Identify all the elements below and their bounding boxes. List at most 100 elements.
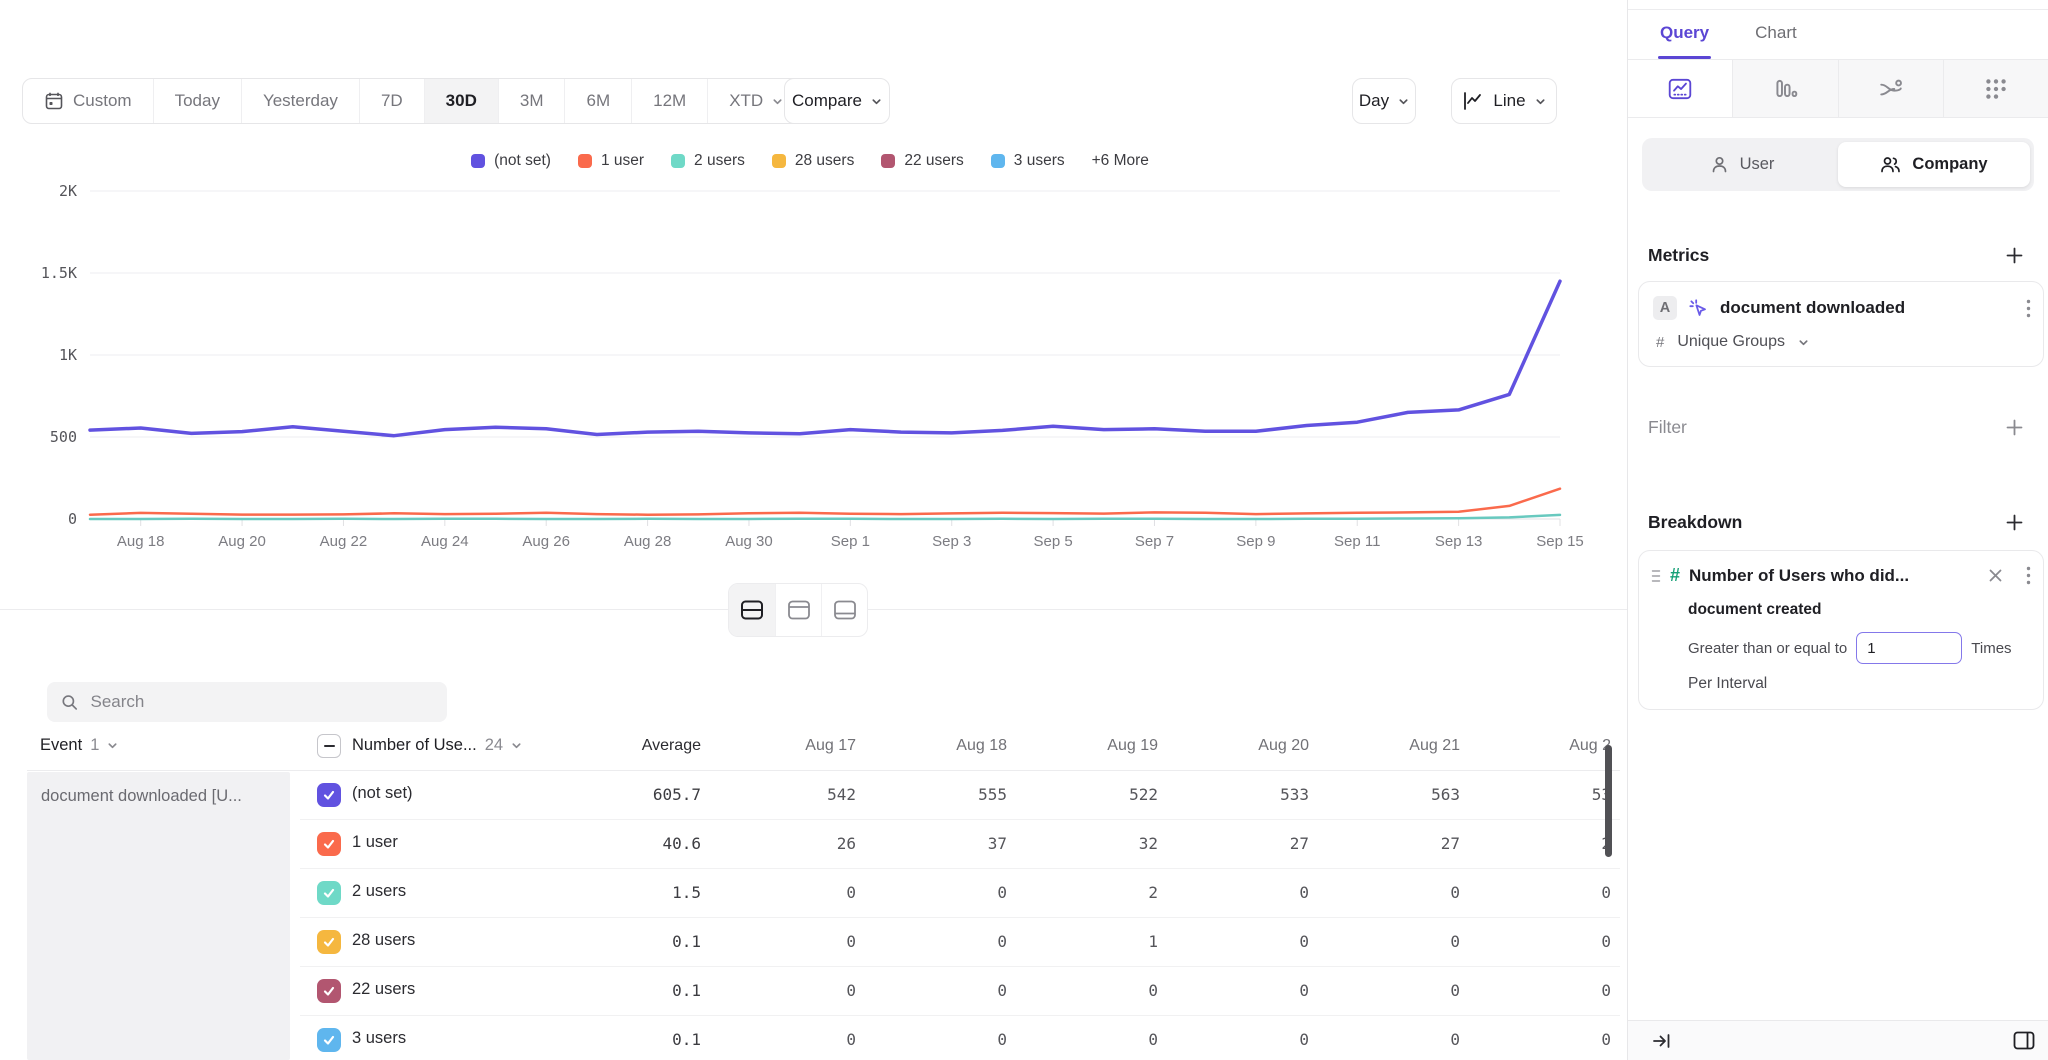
series-checkbox[interactable]	[317, 832, 341, 856]
line-chart[interactable]: 05001K1.5K2KAug 18Aug 20Aug 22Aug 24Aug …	[30, 185, 1590, 557]
series-checkbox[interactable]	[317, 783, 341, 807]
tab-query[interactable]: Query	[1660, 23, 1709, 59]
bar-chart-icon	[1772, 76, 1798, 102]
chevron-down-icon	[1398, 96, 1409, 107]
chart-type-line-tab[interactable]	[1628, 60, 1733, 117]
range-button-30d[interactable]: 30D	[424, 79, 498, 123]
chart-type-flow-tab[interactable]	[1839, 60, 1944, 117]
breakdown-event-name: document created	[1688, 601, 2031, 619]
metric-menu-button[interactable]	[2026, 299, 2031, 318]
check-icon	[322, 886, 336, 900]
cell-value: 0	[873, 883, 1024, 902]
cell-value: 0	[1175, 932, 1326, 951]
toggle-user-label: User	[1740, 155, 1775, 174]
flow-chart-icon	[1878, 76, 1904, 102]
svg-text:Sep 15: Sep 15	[1536, 533, 1584, 550]
date-range-group: CustomTodayYesterday7D30D3M6M12MXTD	[22, 78, 805, 124]
range-button-today[interactable]: Today	[153, 79, 241, 123]
table-row: (not set)605.754255552253356353	[0, 771, 1627, 820]
metric-event-name: document downloaded	[1720, 298, 2015, 318]
group-column-header[interactable]: Number of Use... 24	[352, 736, 522, 755]
series-checkbox[interactable]	[317, 979, 341, 1003]
query-panel: Query Chart User	[1627, 0, 2048, 1060]
legend-item[interactable]: 22 users	[881, 152, 963, 170]
svg-text:Sep 7: Sep 7	[1135, 533, 1174, 550]
range-button-yesterday[interactable]: Yesterday	[241, 79, 359, 123]
chart-type-bar-tab[interactable]	[1733, 60, 1838, 117]
toggle-sidebar-button[interactable]	[2013, 1031, 2035, 1050]
legend-item[interactable]: 2 users	[671, 152, 745, 170]
series-checkbox[interactable]	[317, 1028, 341, 1052]
add-breakdown-button[interactable]	[2005, 513, 2024, 532]
range-button-custom[interactable]: Custom	[23, 79, 153, 123]
toggle-company[interactable]: Company	[1838, 142, 2030, 187]
search-icon	[61, 693, 79, 712]
cell-value: 0	[1175, 883, 1326, 902]
panel-footer	[1628, 1020, 2048, 1060]
toggle-user[interactable]: User	[1646, 142, 1838, 187]
svg-text:Sep 11: Sep 11	[1334, 533, 1380, 550]
metric-card[interactable]: A document downloaded # Unique Groups	[1638, 281, 2044, 367]
search-input[interactable]	[91, 692, 434, 712]
range-label: 30D	[446, 91, 477, 111]
compare-button[interactable]: Compare	[784, 78, 890, 124]
add-filter-button[interactable]	[2005, 418, 2024, 437]
legend-item[interactable]: 28 users	[772, 152, 854, 170]
cell-value: 32	[1024, 834, 1175, 853]
split-layout-icon	[740, 599, 764, 621]
breakdown-card[interactable]: # Number of Users who did... document cr…	[1638, 550, 2044, 710]
check-icon	[322, 788, 336, 802]
chart-type-select[interactable]: Line	[1451, 78, 1557, 124]
cell-value: 0	[722, 981, 873, 1000]
date-column-header: Aug 17	[722, 737, 873, 755]
interval-select[interactable]: Day	[1352, 78, 1416, 124]
legend-item[interactable]: 3 users	[991, 152, 1065, 170]
metric-measure-select[interactable]: # Unique Groups	[1653, 333, 2031, 351]
legend-item[interactable]: (not set)	[471, 152, 551, 170]
active-tab-underline	[1658, 56, 1711, 59]
layout-table-focus-button[interactable]	[821, 584, 867, 636]
arrow-to-bar-icon	[1652, 1032, 1672, 1050]
event-column-header[interactable]: Event 1	[40, 736, 118, 755]
breakdown-property-name: Number of Users who did...	[1689, 566, 1979, 586]
legend-label: 22 users	[904, 152, 963, 170]
svg-text:500: 500	[50, 428, 77, 446]
add-metric-button[interactable]	[2005, 246, 2024, 265]
chart-type-grid-tab[interactable]	[1944, 60, 2048, 117]
collapse-panel-button[interactable]	[1652, 1032, 1672, 1050]
table-scrollbar-thumb[interactable]	[1605, 745, 1612, 857]
legend-item[interactable]: 1 user	[578, 152, 644, 170]
search-box[interactable]	[47, 682, 447, 722]
event-header-label: Event	[40, 736, 82, 755]
framed-line-chart-icon	[1667, 76, 1693, 102]
check-icon	[322, 935, 336, 949]
cell-value: 26	[722, 834, 873, 853]
cell-value: 0	[1326, 883, 1477, 902]
toggle-company-label: Company	[1912, 155, 1987, 174]
legend-more-button[interactable]: +6 More	[1092, 152, 1149, 170]
row-values: 54255552253356353	[722, 785, 1620, 805]
cell-value: 542	[722, 785, 873, 804]
tab-chart[interactable]: Chart	[1755, 23, 1797, 59]
svg-text:Sep 13: Sep 13	[1435, 533, 1483, 550]
range-button-6m[interactable]: 6M	[564, 79, 631, 123]
select-all-checkbox[interactable]	[317, 734, 341, 758]
cell-value: 533	[1175, 785, 1326, 804]
group-header-label: Number of Use...	[352, 736, 477, 755]
metric-letter-badge: A	[1653, 296, 1677, 320]
layout-chart-focus-button[interactable]	[775, 584, 821, 636]
range-button-3m[interactable]: 3M	[498, 79, 565, 123]
breakdown-menu-button[interactable]	[2026, 566, 2031, 585]
series-checkbox[interactable]	[317, 930, 341, 954]
layout-split-button[interactable]	[729, 584, 775, 636]
remove-breakdown-button[interactable]	[1988, 568, 2003, 583]
range-label: 3M	[520, 91, 544, 111]
drag-handle-icon[interactable]	[1651, 569, 1661, 583]
cell-value: 27	[1326, 834, 1477, 853]
range-button-7d[interactable]: 7D	[359, 79, 424, 123]
svg-text:1K: 1K	[59, 346, 77, 364]
condition-value-input[interactable]	[1856, 632, 1962, 664]
series-label: 22 users	[352, 980, 415, 999]
series-checkbox[interactable]	[317, 881, 341, 905]
range-button-12m[interactable]: 12M	[631, 79, 707, 123]
